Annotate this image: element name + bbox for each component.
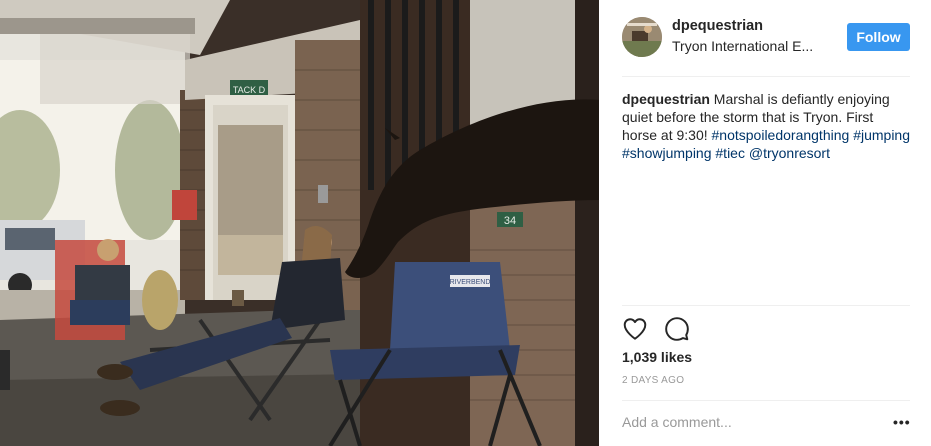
likes-label: likes (657, 349, 693, 365)
hashtag-link[interactable]: #notspoiledorangthing (712, 127, 850, 143)
avatar-image (622, 17, 662, 57)
hashtag-link[interactable]: #showjumping (622, 145, 712, 161)
heart-icon (623, 318, 647, 340)
comment-button[interactable] (664, 316, 690, 342)
chair-brand-label: RIVERBEND (450, 279, 491, 286)
post-timestamp[interactable]: 2 DAYS AGO (622, 375, 684, 386)
likes-number: 1,039 (622, 349, 658, 365)
barn-scene-image: TACK D 34 RIVERBEND (0, 0, 599, 446)
caption-username[interactable]: dpequestrian (622, 91, 710, 107)
header-divider (622, 76, 910, 77)
post-side-panel: dpequestrian Tryon International E... Fo… (599, 0, 931, 446)
follow-button[interactable]: Follow (847, 23, 910, 51)
post-caption: dpequestrian Marshal is defiantly enjoyi… (622, 90, 912, 162)
post-location[interactable]: Tryon International E... (672, 38, 822, 54)
post-header: dpequestrian Tryon International E... Fo… (599, 0, 931, 76)
comment-divider (622, 400, 910, 401)
actions-divider (622, 305, 910, 306)
comment-input[interactable] (622, 412, 872, 432)
mention-link[interactable]: @tryonresort (749, 145, 830, 161)
more-options-icon[interactable]: ••• (893, 412, 911, 432)
comment-bubble-icon (665, 317, 689, 341)
hashtag-link[interactable]: #jumping (853, 127, 910, 143)
tack-sign: TACK D (233, 85, 266, 95)
like-button[interactable] (622, 316, 648, 342)
avatar[interactable] (622, 17, 662, 57)
likes-count[interactable]: 1,039 likes (622, 349, 692, 365)
post-photo[interactable]: TACK D 34 RIVERBEND (0, 0, 599, 446)
hashtag-link[interactable]: #tiec (715, 145, 745, 161)
post-username[interactable]: dpequestrian (672, 18, 763, 34)
stall-number-sign: 34 (504, 215, 516, 227)
